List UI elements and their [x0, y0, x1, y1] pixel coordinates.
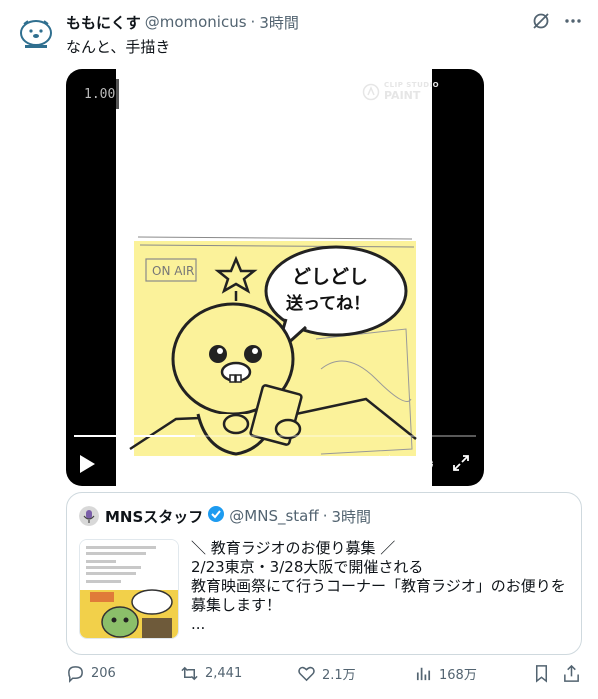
reply-button[interactable]: 206 — [66, 664, 116, 683]
author-name[interactable]: ももにくす — [66, 12, 141, 33]
top-icons — [530, 10, 584, 32]
quote-separator: · — [322, 507, 328, 525]
quote-line: 募集します！ — [191, 596, 282, 614]
like-count: 2.1万 — [322, 668, 356, 683]
bookmark-icon — [535, 665, 548, 683]
bookmark-button[interactable] — [532, 664, 551, 683]
views-button[interactable]: 168万 — [414, 664, 477, 683]
sign-text: ON AIR — [152, 264, 194, 278]
like-button[interactable]: 2.1万 — [297, 664, 356, 683]
views-count: 168万 — [439, 668, 477, 683]
quote-line: ＼ 教育ラジオのお便り募集 ／ — [191, 539, 396, 557]
video-player[interactable]: ON AIR どしどし 送ってね！ 1.00 CLIP STUDIO PAINT… — [66, 69, 484, 486]
quote-avatar[interactable] — [79, 506, 99, 526]
reply-count: 206 — [91, 666, 116, 681]
author-handle[interactable]: @momonicus — [145, 13, 247, 31]
app-watermark: CLIP STUDIO PAINT — [362, 81, 439, 102]
bubble-line-1: どしどし — [292, 266, 368, 288]
quote-body: ＼ 教育ラジオのお便り募集 ／ 2/23東京・3/28大阪で開催される 教育映画… — [191, 539, 571, 634]
video-time: 0:09 / 0:30 — [298, 458, 375, 474]
share-icon — [564, 664, 579, 682]
watermark-main-text: PAINT — [384, 89, 421, 102]
fullscreen-icon[interactable] — [452, 454, 470, 472]
settings-icon[interactable] — [415, 454, 435, 474]
quote-header: MNSスタッフ @MNS_staff · 3時間 — [79, 505, 371, 527]
video-controls: 0:09 / 0:30 — [66, 444, 484, 486]
volume-icon[interactable] — [378, 454, 400, 474]
bubble-line-2: 送ってね！ — [286, 293, 370, 314]
quote-author-name[interactable]: MNSスタッフ — [105, 506, 203, 527]
video-progress-fill — [74, 435, 195, 437]
views-icon — [416, 667, 431, 681]
video-progress-track[interactable] — [74, 435, 476, 437]
speed-indicator-bar — [116, 79, 119, 109]
more-icon[interactable] — [562, 10, 584, 32]
video-frame: ON AIR どしどし 送ってね！ — [116, 69, 432, 486]
repost-icon — [181, 666, 198, 681]
quote-line: ... — [191, 615, 206, 633]
tweet-header: ももにくす @momonicus · 3時間 — [66, 12, 299, 32]
share-button[interactable] — [562, 664, 581, 683]
clip-studio-logo-icon — [362, 83, 380, 100]
speed-label: 1.00 — [84, 87, 116, 102]
quote-line: 教育映画祭にて行うコーナー「教育ラジオ」のお便りを — [191, 577, 566, 595]
grok-icon[interactable] — [530, 10, 552, 32]
meta-separator: · — [250, 13, 256, 31]
tweet-time[interactable]: 3時間 — [259, 12, 299, 33]
repost-button[interactable]: 2,441 — [180, 664, 242, 683]
repost-count: 2,441 — [205, 666, 243, 681]
watermark-top-text: CLIP STUDIO — [384, 81, 440, 89]
verified-icon — [207, 505, 225, 527]
like-icon — [298, 666, 315, 682]
quote-line: 2/23東京・3/28大阪で開催される — [191, 558, 424, 576]
play-icon[interactable] — [78, 454, 96, 474]
quote-tweet-card[interactable]: MNSスタッフ @MNS_staff · 3時間 ＼ 教育ラジオのお便り募集 ／ — [66, 492, 582, 655]
quote-time[interactable]: 3時間 — [332, 506, 372, 527]
tweet-text: なんと、手描き — [66, 38, 171, 56]
author-avatar[interactable] — [16, 12, 56, 52]
reply-icon — [68, 666, 83, 683]
action-bar: 206 2,441 2.1万 168万 — [66, 664, 582, 690]
quote-thumbnail[interactable] — [79, 539, 179, 639]
quote-author-handle[interactable]: @MNS_staff — [229, 507, 318, 525]
